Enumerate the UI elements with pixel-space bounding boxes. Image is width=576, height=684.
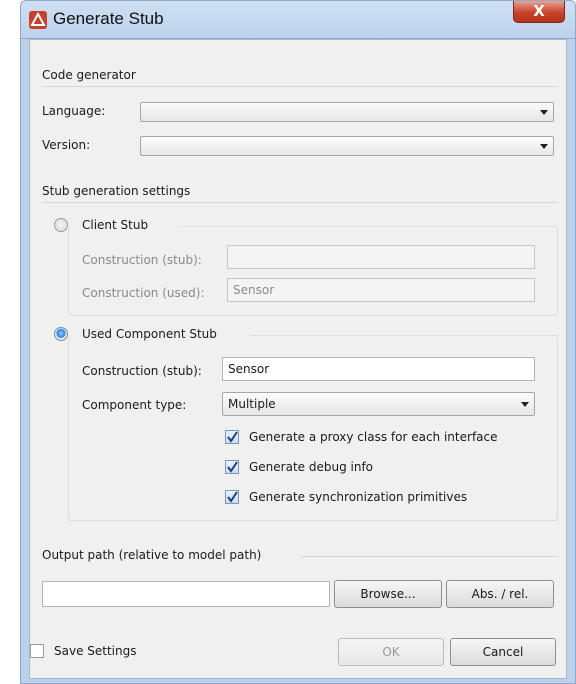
- client-stub-box: [68, 226, 558, 316]
- checkmark-icon: [227, 461, 238, 473]
- abs-rel-button[interactable]: Abs. / rel.: [446, 580, 554, 608]
- language-label: Language:: [42, 104, 106, 118]
- client-construction-stub-field: [227, 245, 535, 269]
- client-stub-radio[interactable]: [54, 218, 68, 232]
- checkmark-icon: [227, 431, 238, 443]
- browse-button[interactable]: Browse...: [334, 580, 442, 608]
- component-type-select[interactable]: Multiple: [222, 392, 535, 416]
- save-settings-label: Save Settings: [54, 644, 137, 658]
- chevron-down-icon: [540, 110, 548, 115]
- output-path-field[interactable]: [42, 581, 330, 607]
- dialog-client-area: Code generator Language: Version: Stub g…: [29, 39, 567, 679]
- client-construction-stub-label: Construction (stub):: [82, 253, 202, 267]
- title-bar[interactable]: Generate Stub X: [20, 0, 576, 38]
- client-construction-used-field: Sensor: [227, 278, 535, 302]
- stub-settings-group-title: Stub generation settings: [42, 184, 191, 198]
- save-settings-checkbox[interactable]: [30, 644, 44, 658]
- ok-button[interactable]: OK: [338, 638, 444, 666]
- component-type-value: Multiple: [228, 397, 276, 411]
- used-component-stub-radio[interactable]: [54, 327, 68, 341]
- debug-info-label: Generate debug info: [249, 460, 374, 474]
- cancel-button[interactable]: Cancel: [450, 638, 556, 666]
- used-construction-stub-field[interactable]: Sensor: [222, 357, 535, 381]
- version-select[interactable]: [140, 136, 554, 156]
- proxy-class-checkbox[interactable]: [225, 430, 239, 444]
- version-label: Version:: [42, 138, 91, 152]
- sync-primitives-label: Generate synchronization primitives: [249, 490, 468, 504]
- chevron-down-icon: [540, 144, 548, 149]
- debug-info-checkbox[interactable]: [225, 460, 239, 474]
- code-generator-divider: [42, 86, 558, 87]
- output-path-divider: [300, 556, 558, 557]
- used-construction-stub-value: Sensor: [228, 362, 270, 376]
- close-icon: X: [533, 2, 545, 20]
- proxy-class-label: Generate a proxy class for each interfac…: [249, 430, 498, 444]
- generate-stub-dialog: Generate Stub X Code generator Language:…: [20, 0, 576, 684]
- sync-primitives-checkbox[interactable]: [225, 490, 239, 504]
- app-logo-icon: [29, 11, 47, 29]
- checkmark-icon: [227, 491, 238, 503]
- stub-settings-divider: [42, 202, 558, 203]
- used-construction-stub-label: Construction (stub):: [82, 364, 202, 378]
- window-title: Generate Stub: [53, 9, 164, 28]
- window-frame: Code generator Language: Version: Stub g…: [20, 38, 576, 684]
- language-select[interactable]: [140, 102, 554, 122]
- code-generator-group-title: Code generator: [42, 68, 136, 82]
- output-path-group-title: Output path (relative to model path): [42, 548, 262, 562]
- close-button[interactable]: X: [513, 1, 565, 23]
- component-type-label: Component type:: [82, 398, 187, 412]
- client-construction-used-value: Sensor: [233, 283, 275, 297]
- client-construction-used-label: Construction (used):: [82, 286, 205, 300]
- chevron-down-icon: [521, 402, 529, 407]
